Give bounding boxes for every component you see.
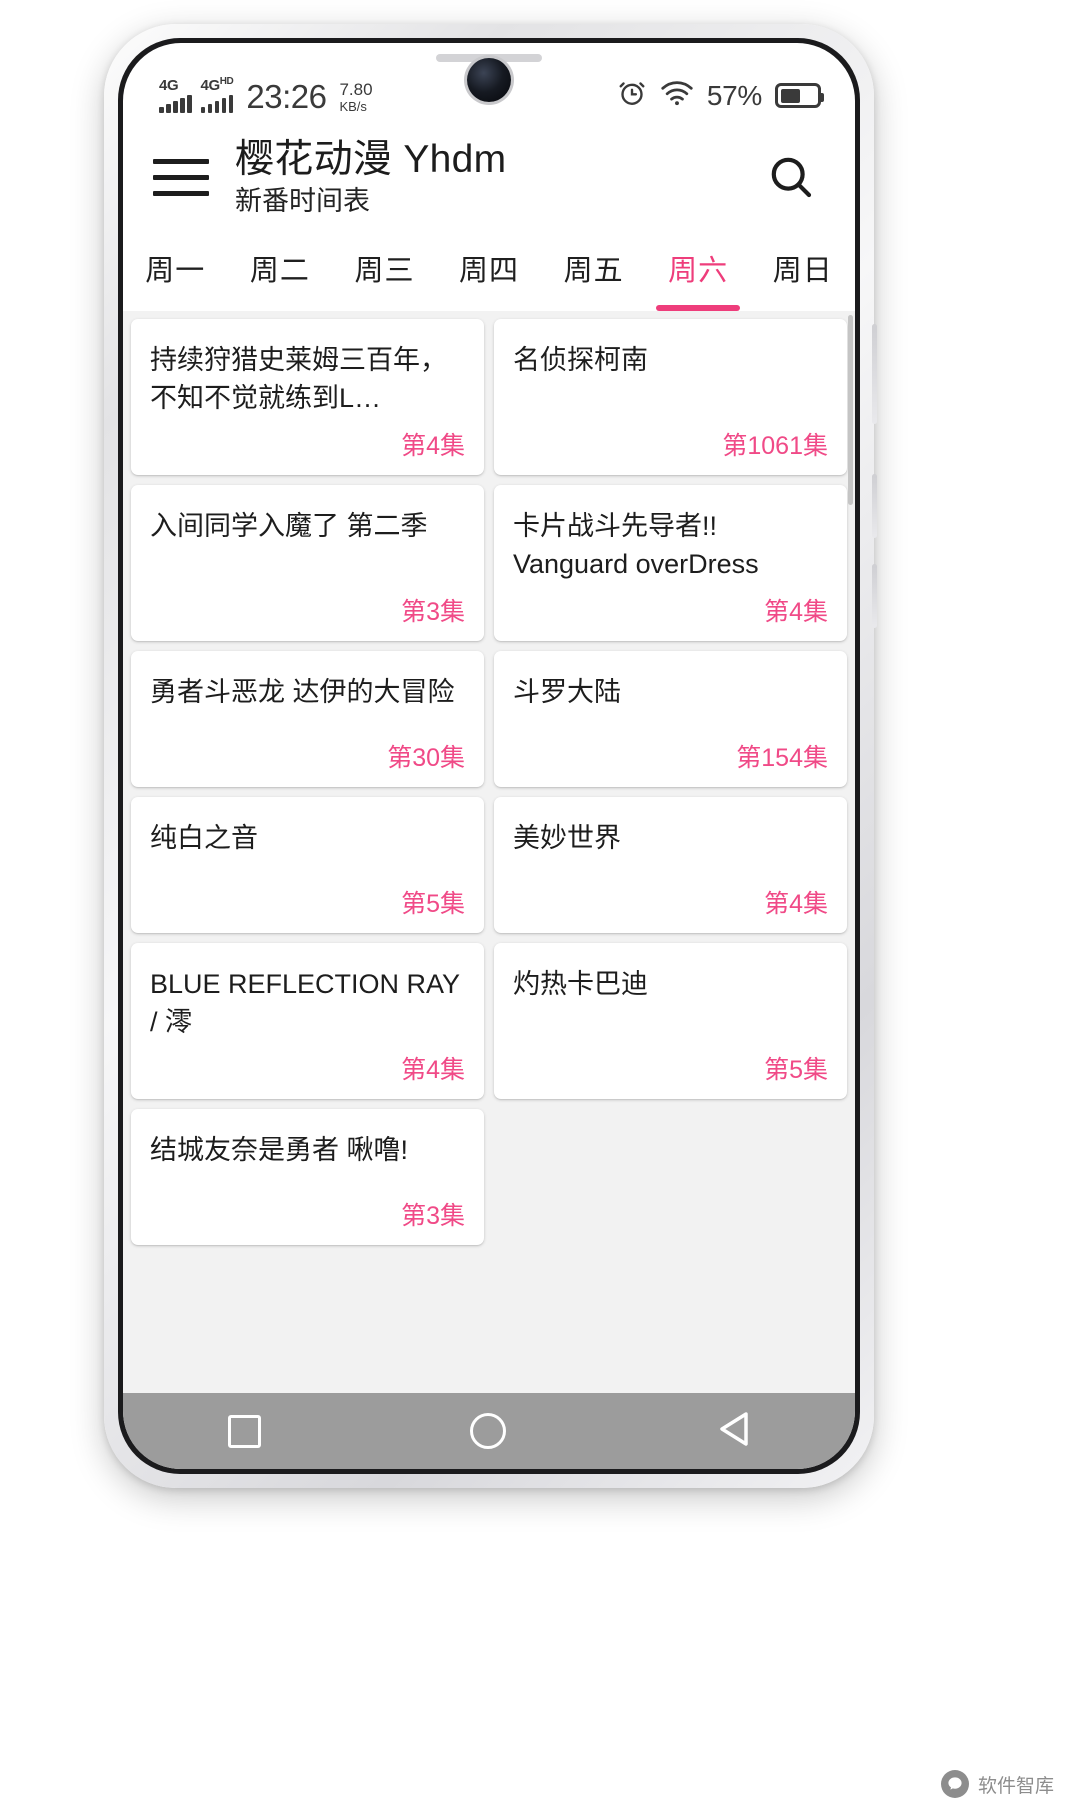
network-speed-value: 7.80: [339, 80, 373, 99]
anime-title: 入间同学入魔了 第二季: [150, 511, 428, 541]
phone-screen: 4G 4GHD 23:26 7.80 KB/s 57% 樱花动漫 Yhdm 新番…: [123, 43, 855, 1469]
anime-episode-badge: 第4集: [401, 432, 465, 460]
battery-percent-label: 57%: [706, 79, 762, 111]
tab-monday[interactable]: 周一: [123, 233, 228, 311]
wifi-icon: [660, 80, 694, 111]
front-camera-icon: [467, 58, 511, 102]
anime-episode-badge: 第4集: [401, 1056, 465, 1084]
anime-title: 勇者斗恶龙 达伊的大冒险: [150, 677, 455, 707]
vertical-scrollbar[interactable]: [848, 315, 853, 505]
anime-title: 斗罗大陆: [513, 677, 621, 707]
anime-episode-badge: 第154集: [736, 744, 828, 772]
volume-down-button[interactable]: [872, 564, 877, 628]
tab-thursday[interactable]: 周四: [437, 233, 542, 311]
network-speed: 7.80 KB/s: [339, 81, 372, 113]
anime-title: 结城友奈是勇者 啾噜!: [150, 1135, 409, 1165]
anime-episode-badge: 第4集: [764, 598, 828, 626]
status-bar-left: 4G 4GHD 23:26 7.80 KB/s: [159, 75, 373, 113]
watermark-logo-icon: [940, 1770, 969, 1798]
signal-bars-icon-2: [200, 95, 233, 113]
signal-bars-icon-1: [159, 95, 192, 113]
network-type-label-1: 4G: [159, 77, 179, 94]
tab-saturday[interactable]: 周六: [646, 233, 751, 311]
network-type-label-2: 4GHD: [200, 76, 234, 94]
anime-episode-badge: 第5集: [401, 890, 465, 918]
anime-card[interactable]: 斗罗大陆 第154集: [494, 651, 847, 787]
anime-card[interactable]: 美妙世界 第4集: [494, 797, 847, 933]
hamburger-menu-icon[interactable]: [153, 154, 209, 200]
anime-title: 灼热卡巴迪: [513, 969, 648, 999]
phone-frame: 4G 4GHD 23:26 7.80 KB/s 57% 樱花动漫 Yhdm 新番…: [104, 24, 877, 1488]
search-icon[interactable]: [761, 147, 821, 207]
anime-episode-badge: 第3集: [401, 1202, 465, 1230]
anime-episode-badge: 第30集: [387, 744, 465, 772]
schedule-content: 持续狩猎史莱姆三百年，不知不觉就练到L… 第4集 名侦探柯南 第1061集 入间…: [123, 311, 855, 1393]
anime-card[interactable]: BLUE REFLECTION RAY / 澪 第4集: [131, 943, 484, 1099]
square-recents-icon[interactable]: [227, 1414, 261, 1448]
anime-episode-badge: 第4集: [764, 890, 828, 918]
phone-bezel: 4G 4GHD 23:26 7.80 KB/s 57% 樱花动漫 Yhdm 新番…: [118, 38, 860, 1474]
status-bar-right: 57%: [617, 78, 824, 113]
battery-icon: [775, 83, 824, 108]
tab-wednesday[interactable]: 周三: [332, 233, 437, 311]
sim1-signal: 4G: [159, 77, 192, 113]
anime-card[interactable]: 结城友奈是勇者 啾噜! 第3集: [131, 1109, 484, 1245]
anime-card[interactable]: 持续狩猎史莱姆三百年，不知不觉就练到L… 第4集: [131, 319, 484, 475]
anime-title: 卡片战斗先导者!! Vanguard overDress: [513, 511, 759, 579]
volume-up-button[interactable]: [872, 474, 877, 538]
android-navigation-bar: [123, 1393, 855, 1469]
anime-episode-badge: 第5集: [764, 1056, 828, 1084]
power-button[interactable]: [872, 324, 877, 424]
alarm-clock-icon: [617, 78, 647, 113]
anime-grid: 持续狩猎史莱姆三百年，不知不觉就练到L… 第4集 名侦探柯南 第1061集 入间…: [131, 319, 847, 1245]
anime-card[interactable]: 纯白之音 第5集: [131, 797, 484, 933]
tab-tuesday[interactable]: 周二: [228, 233, 333, 311]
watermark-label: 软件智库: [977, 1775, 1054, 1797]
anime-title: 名侦探柯南: [513, 345, 648, 375]
anime-title: BLUE REFLECTION RAY / 澪: [150, 969, 460, 1037]
grid-empty-slot: [494, 1109, 847, 1245]
weekday-tab-bar: 周一 周二 周三 周四 周五 周六 周日: [123, 233, 855, 311]
network-speed-unit: KB/s: [339, 99, 367, 114]
anime-card[interactable]: 勇者斗恶龙 达伊的大冒险 第30集: [131, 651, 484, 787]
anime-card[interactable]: 卡片战斗先导者!! Vanguard overDress 第4集: [494, 485, 847, 641]
anime-card[interactable]: 灼热卡巴迪 第5集: [494, 943, 847, 1099]
anime-title: 持续狩猎史莱姆三百年，不知不觉就练到L…: [150, 345, 447, 413]
anime-episode-badge: 第3集: [401, 598, 465, 626]
triangle-back-icon[interactable]: [716, 1410, 750, 1453]
page-title: 樱花动漫 Yhdm: [235, 137, 507, 181]
anime-card[interactable]: 名侦探柯南 第1061集: [494, 319, 847, 475]
app-bar: 樱花动漫 Yhdm 新番时间表: [123, 121, 855, 233]
anime-title: 美妙世界: [513, 823, 621, 853]
circle-home-icon[interactable]: [470, 1413, 507, 1449]
anime-title: 纯白之音: [150, 823, 258, 853]
tab-sunday[interactable]: 周日: [750, 233, 855, 311]
sim2-signal: 4GHD: [200, 75, 234, 113]
tab-friday[interactable]: 周五: [541, 233, 646, 311]
app-bar-titles: 樱花动漫 Yhdm 新番时间表: [235, 137, 761, 218]
status-clock: 23:26: [246, 78, 327, 115]
anime-episode-badge: 第1061集: [722, 432, 828, 460]
watermark: 软件智库: [940, 1770, 1054, 1798]
page-subtitle: 新番时间表: [235, 185, 370, 216]
anime-card[interactable]: 入间同学入魔了 第二季 第3集: [131, 485, 484, 641]
